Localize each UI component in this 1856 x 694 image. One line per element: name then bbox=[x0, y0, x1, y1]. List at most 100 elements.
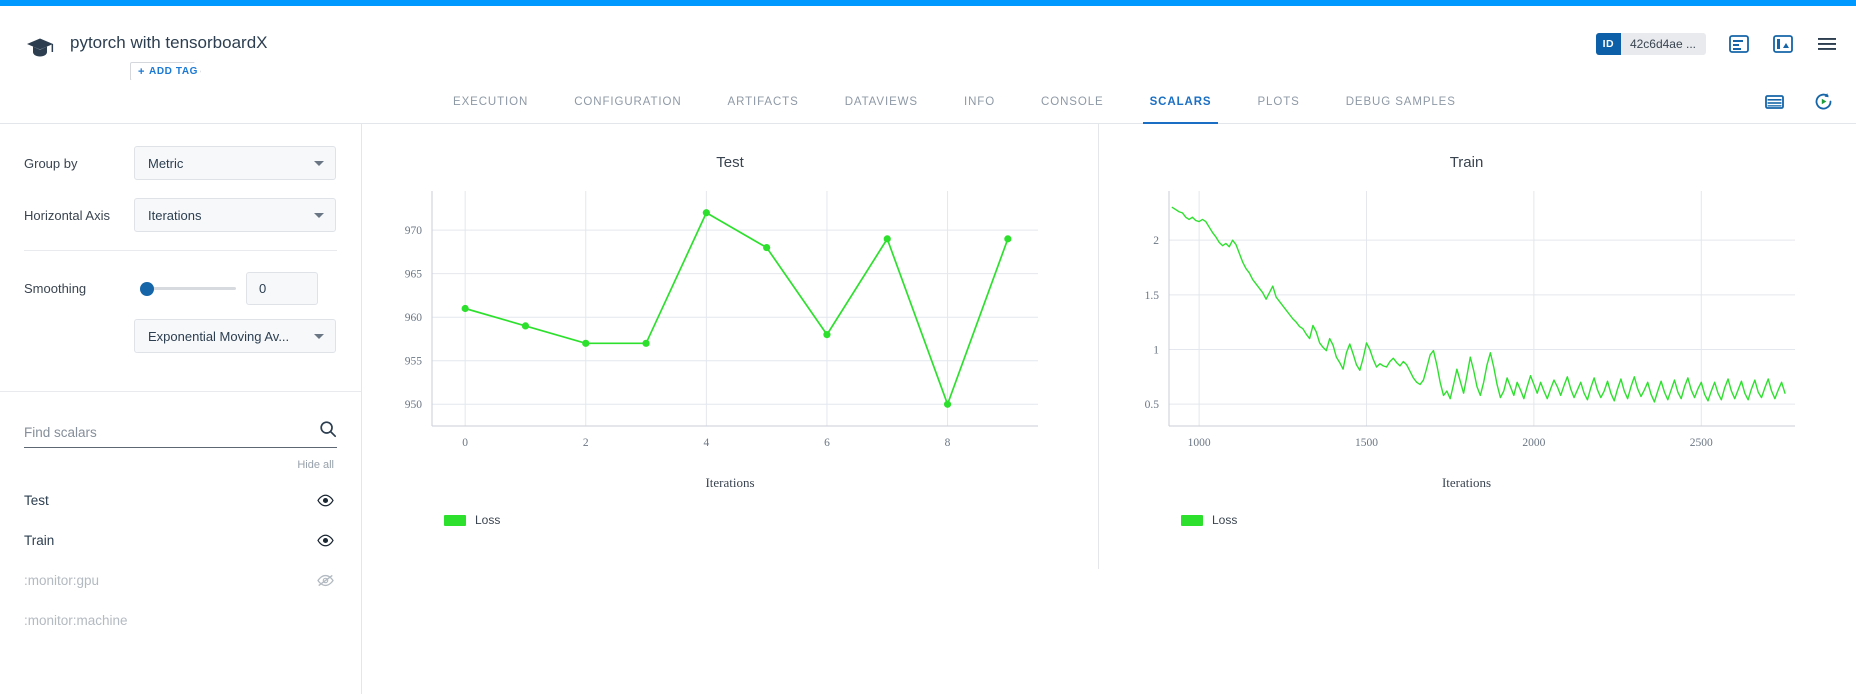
eye-icon[interactable] bbox=[317, 492, 334, 509]
hide-all-button[interactable]: Hide all bbox=[0, 448, 361, 471]
svg-text:0.5: 0.5 bbox=[1145, 399, 1160, 411]
svg-text:2000: 2000 bbox=[1522, 437, 1545, 449]
svg-text:960: 960 bbox=[405, 312, 423, 324]
svg-text:2500: 2500 bbox=[1690, 437, 1713, 449]
chart-card-train: Train 0.5 1 1.5 2 1000 1500 2000 2500 Iteration… bbox=[1098, 124, 1834, 569]
tab-debug-samples[interactable]: DEBUG SAMPLES bbox=[1323, 80, 1479, 124]
slider-handle[interactable] bbox=[140, 282, 154, 296]
plot-area-test[interactable]: 95095596096597002468 bbox=[362, 171, 1098, 471]
id-label: ID bbox=[1596, 33, 1621, 55]
scalar-name: Train bbox=[24, 533, 54, 548]
add-tag-button[interactable]: + ADD TAG bbox=[130, 62, 201, 81]
eye-off-icon bbox=[317, 612, 334, 629]
chart-title: Test bbox=[362, 124, 1098, 171]
plus-icon: + bbox=[138, 66, 145, 78]
tab-dataviews[interactable]: DATAVIEWS bbox=[822, 80, 941, 124]
smoothing-label: Smoothing bbox=[24, 281, 134, 296]
svg-text:1000: 1000 bbox=[1188, 437, 1211, 449]
chart-card-test: Test 95095596096597002468 Iterations Los… bbox=[362, 124, 1098, 569]
x-axis-title: Iterations bbox=[362, 475, 1098, 491]
svg-text:955: 955 bbox=[405, 356, 423, 368]
svg-text:1: 1 bbox=[1153, 344, 1159, 356]
dashboard-icon[interactable] bbox=[1772, 33, 1794, 55]
charts-panel: Test 95095596096597002468 Iterations Los… bbox=[362, 124, 1856, 694]
plot-area-train[interactable]: 0.5 1 1.5 2 1000 1500 2000 2500 bbox=[1099, 171, 1835, 471]
tab-list: EXECUTION CONFIGURATION ARTIFACTS DATAVI… bbox=[430, 80, 1479, 124]
tab-label: PLOTS bbox=[1257, 96, 1299, 108]
sidebar: Group by Metric Horizontal Axis Iteratio… bbox=[0, 124, 362, 694]
menu-icon[interactable] bbox=[1816, 33, 1838, 55]
group-by-row: Group by Metric bbox=[0, 146, 361, 180]
svg-text:0: 0 bbox=[462, 437, 468, 449]
tab-configuration[interactable]: CONFIGURATION bbox=[551, 80, 704, 124]
svg-text:6: 6 bbox=[824, 437, 830, 449]
eye-icon[interactable] bbox=[317, 532, 334, 549]
x-axis-title: Iterations bbox=[1099, 475, 1834, 491]
horizontal-axis-value: Iterations bbox=[148, 208, 201, 223]
tab-console[interactable]: CONSOLE bbox=[1018, 80, 1127, 124]
smoothing-slider[interactable] bbox=[134, 271, 236, 305]
svg-text:950: 950 bbox=[405, 399, 423, 411]
scalar-list: Test Train :monitor:gpu bbox=[0, 471, 361, 640]
group-by-value: Metric bbox=[148, 156, 183, 171]
search-icon[interactable] bbox=[319, 420, 337, 443]
experiment-id-chip[interactable]: ID 42c6d4ae ... bbox=[1596, 33, 1706, 55]
scalar-item-test[interactable]: Test bbox=[0, 480, 361, 520]
hide-all-label: Hide all bbox=[297, 459, 334, 471]
tab-info[interactable]: INFO bbox=[941, 80, 1018, 124]
chart-legend: Loss bbox=[1099, 513, 1834, 527]
svg-text:2: 2 bbox=[1153, 235, 1159, 247]
svg-text:1.5: 1.5 bbox=[1145, 290, 1160, 302]
compare-icon[interactable] bbox=[1728, 33, 1750, 55]
tab-artifacts[interactable]: ARTIFACTS bbox=[705, 80, 822, 124]
tab-label: ARTIFACTS bbox=[728, 96, 799, 108]
svg-text:2: 2 bbox=[583, 437, 589, 449]
page-header: pytorch with tensorboardX + ADD TAG ID 4… bbox=[0, 6, 1856, 80]
horizontal-axis-select[interactable]: Iterations bbox=[134, 198, 336, 232]
scalar-name: :monitor:gpu bbox=[24, 573, 99, 588]
add-tag-label: ADD TAG bbox=[149, 66, 198, 77]
tab-bar-actions bbox=[1764, 91, 1834, 112]
tab-label: CONFIGURATION bbox=[574, 96, 681, 108]
svg-text:8: 8 bbox=[945, 437, 951, 449]
horizontal-axis-row: Horizontal Axis Iterations bbox=[0, 198, 361, 232]
tab-scalars[interactable]: SCALARS bbox=[1127, 80, 1235, 124]
legend-label: Loss bbox=[475, 513, 500, 527]
scalar-item-monitor-gpu[interactable]: :monitor:gpu bbox=[0, 560, 361, 600]
group-by-label: Group by bbox=[24, 156, 134, 171]
smoothing-algorithm-select[interactable]: Exponential Moving Av... bbox=[134, 319, 336, 353]
horizontal-axis-label: Horizontal Axis bbox=[24, 208, 134, 223]
header-right: ID 42c6d4ae ... bbox=[1596, 33, 1838, 55]
smoothing-input[interactable]: 0 bbox=[246, 272, 318, 305]
scalar-name: Test bbox=[24, 493, 49, 508]
tab-execution[interactable]: EXECUTION bbox=[430, 80, 551, 124]
scalar-name: :monitor:machine bbox=[24, 613, 128, 628]
tab-label: DEBUG SAMPLES bbox=[1346, 96, 1456, 108]
scalar-item-monitor-machine[interactable]: :monitor:machine bbox=[0, 600, 361, 640]
header-left: pytorch with tensorboardX + ADD TAG bbox=[24, 32, 268, 81]
header-title-wrap: pytorch with tensorboardX + ADD TAG bbox=[70, 32, 268, 81]
chart-title: Train bbox=[1099, 124, 1834, 171]
chart-legend: Loss bbox=[362, 513, 1098, 527]
tab-bar: EXECUTION CONFIGURATION ARTIFACTS DATAVI… bbox=[0, 80, 1856, 124]
eye-off-icon[interactable] bbox=[317, 572, 334, 589]
smoothing-algorithm-row: Exponential Moving Av... bbox=[0, 319, 361, 353]
chevron-down-icon bbox=[314, 161, 324, 166]
tab-plots[interactable]: PLOTS bbox=[1234, 80, 1322, 124]
search-section: Find scalars bbox=[0, 392, 361, 448]
smoothing-value: 0 bbox=[259, 281, 266, 296]
slider-track bbox=[148, 287, 236, 290]
smoothing-row: Smoothing 0 bbox=[0, 271, 361, 305]
scalar-item-train[interactable]: Train bbox=[0, 520, 361, 560]
svg-text:4: 4 bbox=[703, 437, 709, 449]
search-input[interactable]: Find scalars bbox=[24, 418, 337, 448]
svg-text:1500: 1500 bbox=[1355, 437, 1378, 449]
chevron-down-icon bbox=[314, 213, 324, 218]
auto-refresh-icon[interactable] bbox=[1813, 91, 1834, 112]
legend-swatch bbox=[1181, 515, 1203, 526]
table-view-icon[interactable] bbox=[1764, 91, 1785, 112]
legend-label: Loss bbox=[1212, 513, 1237, 527]
svg-text:965: 965 bbox=[405, 269, 423, 281]
group-by-select[interactable]: Metric bbox=[134, 146, 336, 180]
page-title: pytorch with tensorboardX bbox=[70, 32, 268, 54]
